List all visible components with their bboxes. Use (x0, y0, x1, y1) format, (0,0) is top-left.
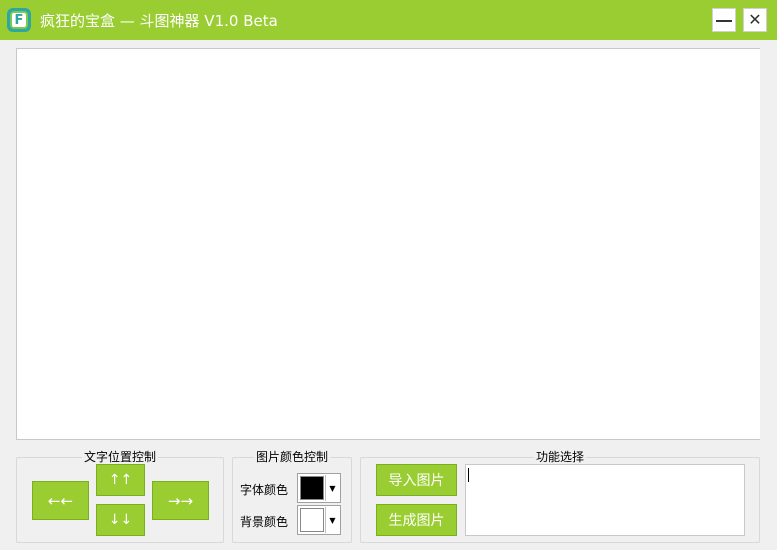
bg-color-picker[interactable]: ▼ (297, 505, 341, 535)
close-button[interactable]: ✕ (743, 8, 767, 32)
generate-image-button[interactable]: 生成图片 (376, 504, 457, 536)
move-right-button[interactable]: →→ (152, 481, 209, 520)
text-position-title: 文字位置控制 (81, 450, 158, 464)
app-logo-icon: F (7, 8, 31, 32)
move-down-button[interactable]: ↓↓ (96, 504, 145, 536)
bg-color-swatch (300, 508, 324, 532)
image-canvas[interactable] (16, 48, 760, 440)
move-left-button[interactable]: ←← (32, 481, 89, 520)
font-color-swatch (300, 476, 324, 500)
meme-text-input[interactable] (465, 464, 745, 536)
app-logo-letter: F (10, 11, 28, 29)
minimize-button[interactable] (712, 8, 736, 32)
title-bar: F 疯狂的宝盒 — 斗图神器 V1.0 Beta ✕ (0, 0, 777, 40)
color-control-group: 图片颜色控制 字体颜色 ▼ 背景颜色 ▼ (232, 450, 352, 543)
text-position-group: 文字位置控制 ←← ↑↑ ↓↓ →→ (16, 450, 224, 543)
function-group: 功能选择 导入图片 生成图片 (360, 450, 760, 543)
import-image-button[interactable]: 导入图片 (376, 464, 457, 496)
color-control-title: 图片颜色控制 (253, 450, 330, 464)
function-title: 功能选择 (533, 450, 586, 464)
minimize-icon (716, 20, 732, 22)
text-caret (468, 468, 469, 482)
font-color-label: 字体颜色 (240, 483, 289, 497)
move-up-button[interactable]: ↑↑ (96, 464, 145, 496)
chevron-down-icon: ▼ (325, 507, 339, 533)
font-color-picker[interactable]: ▼ (297, 473, 341, 503)
close-icon: ✕ (748, 10, 762, 29)
bg-color-label: 背景颜色 (240, 515, 289, 529)
chevron-down-icon: ▼ (325, 475, 339, 501)
window-title: 疯狂的宝盒 — 斗图神器 V1.0 Beta (40, 12, 278, 30)
